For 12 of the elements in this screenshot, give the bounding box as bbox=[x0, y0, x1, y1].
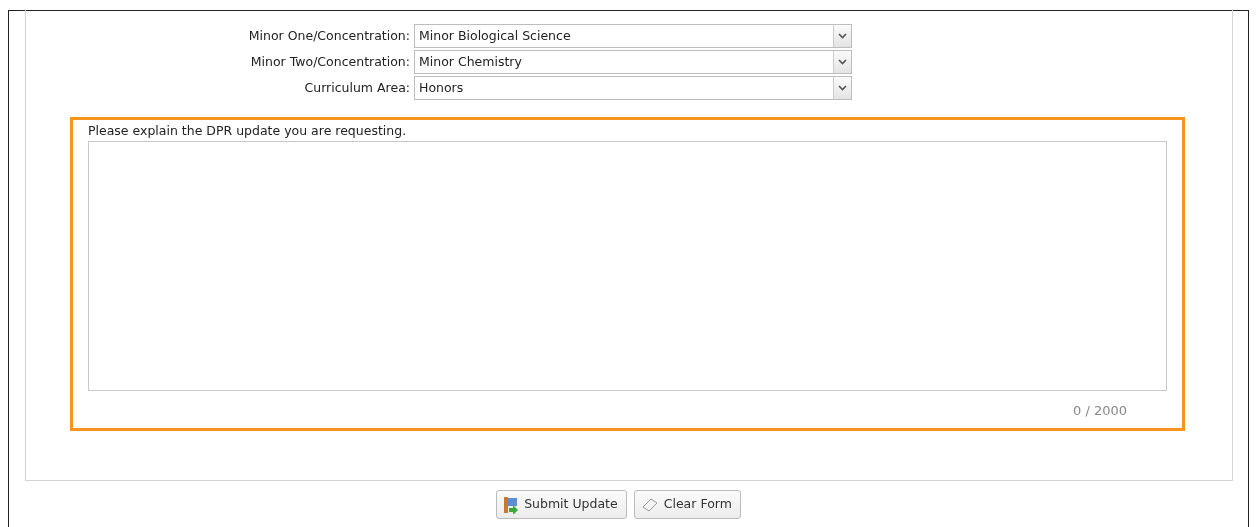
submit-button[interactable]: Submit Update bbox=[496, 490, 627, 519]
eraser-icon bbox=[640, 496, 659, 513]
dropdown-field[interactable]: Minor Chemistry bbox=[414, 50, 852, 74]
field-label: Curriculum Area: bbox=[303, 78, 411, 97]
field-label: Minor Two/Concentration: bbox=[249, 52, 411, 71]
clear-button[interactable]: Clear Form bbox=[633, 490, 741, 519]
dropdown-field[interactable]: Minor Biological Science bbox=[414, 24, 852, 48]
character-counter: 0 / 2000 bbox=[1073, 402, 1127, 418]
textarea-label: Please explain the DPR update you are requesting. bbox=[88, 122, 407, 140]
field-label: Minor One/Concentration: bbox=[247, 26, 411, 45]
dropdown-field[interactable]: Honors bbox=[414, 76, 852, 100]
document-arrow-icon bbox=[503, 495, 520, 514]
